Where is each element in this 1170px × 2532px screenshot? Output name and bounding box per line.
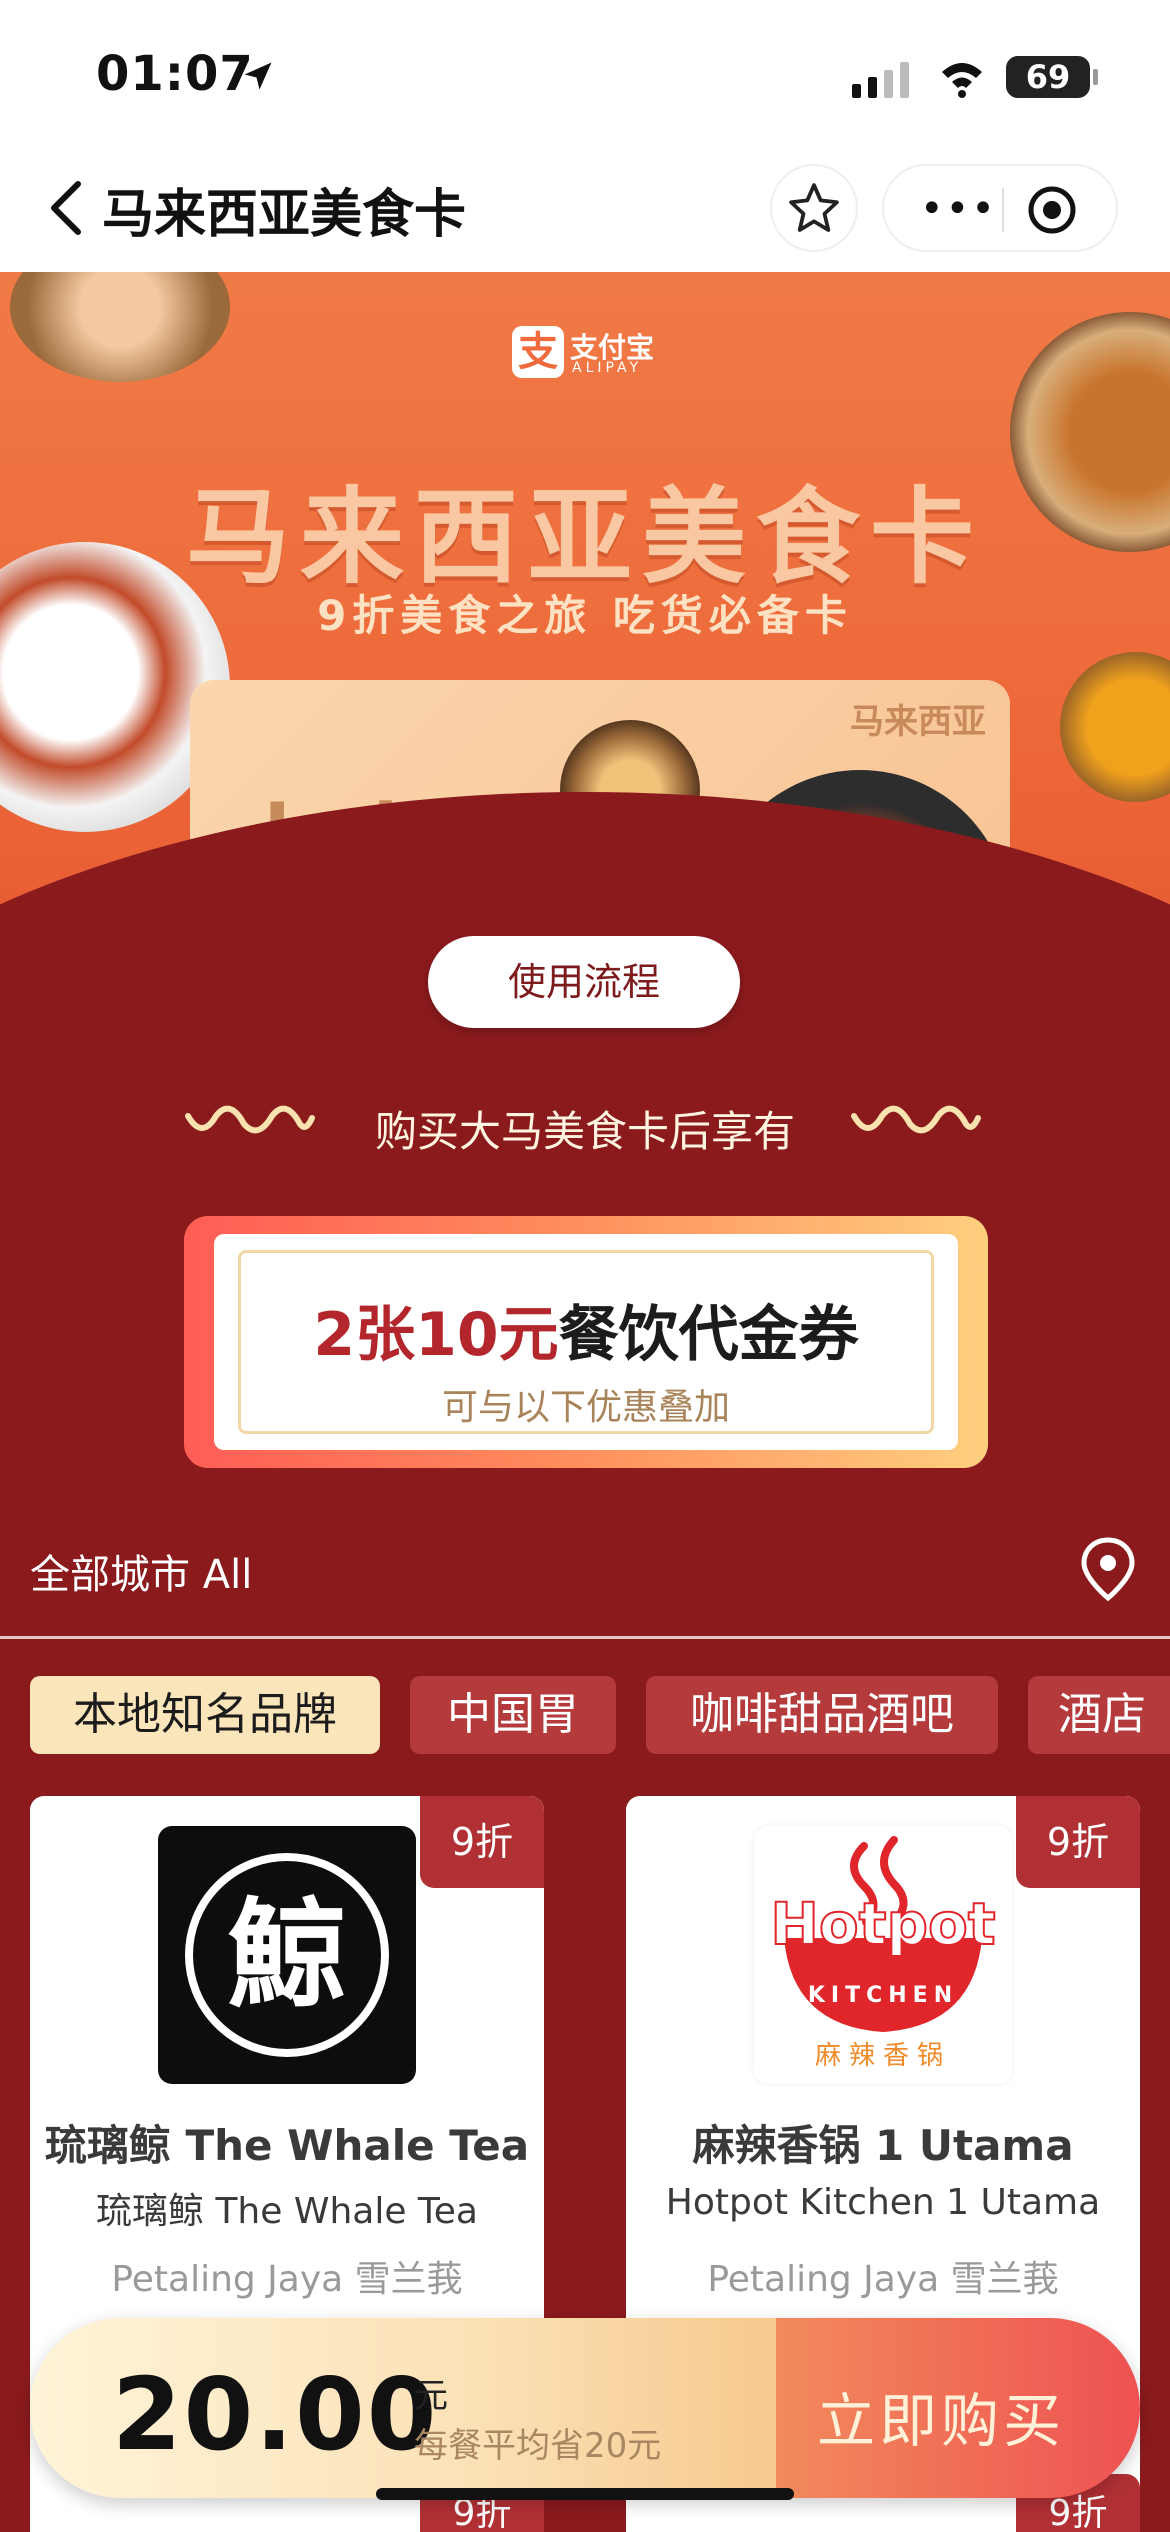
coupon-card: 2张10元餐饮代金券 可与以下优惠叠加 [184, 1216, 988, 1468]
promo-card-tag: 马来西亚 [850, 702, 986, 742]
home-indicator[interactable] [376, 2488, 794, 2500]
usage-flow-button[interactable]: 使用流程 [428, 936, 740, 1028]
close-target-icon[interactable] [1026, 184, 1078, 236]
merchant-location: Petaling Jaya 雪兰莪 [707, 2259, 1059, 2300]
city-selector[interactable]: 全部城市 All [30, 1542, 252, 1600]
whale-tea-logo: 鯨 [158, 1826, 416, 2084]
merchant-location: Petaling Jaya 雪兰莪 [111, 2259, 463, 2300]
savings-note: 每餐平均省20元 [414, 2426, 662, 2466]
tab-chinese-food[interactable]: 中国胃 [410, 1676, 616, 1754]
coupon-highlight: 2张10元 [313, 1300, 559, 1370]
tab-local-brands[interactable]: 本地知名品牌 [30, 1676, 380, 1754]
status-bar: 01:07 69 [0, 0, 1170, 150]
coupon-subtitle: 可与以下优惠叠加 [441, 1387, 730, 1428]
hotpot-kitchen-logo: Hotpot KITCHEN 麻辣香锅 [754, 1826, 1012, 2084]
discount-badge: 9折 [420, 1796, 544, 1888]
back-chevron-icon[interactable] [46, 178, 86, 238]
alipay-name-en: ALIPAY [572, 360, 643, 376]
star-icon [789, 183, 839, 232]
merchant-name: 麻辣香锅 1 Utama [692, 2121, 1074, 2170]
coupon-title: 2张10元餐饮代金券 [214, 1286, 958, 1373]
dish-image-spice [1060, 652, 1170, 802]
buy-now-button[interactable]: 立即购买 [776, 2318, 1140, 2498]
price-section: 20.00 元 每餐平均省20元 [30, 2318, 776, 2498]
location-pin-icon[interactable] [1078, 1536, 1138, 1602]
wave-decoration-icon [185, 1105, 315, 1134]
page: 01:07 69 马来西亚美食卡 ••• 支 支付宝 ALIPAY 马来西亚美食… [0, 0, 1170, 2532]
tab-cafe-dessert-bar[interactable]: 咖啡甜品酒吧 [646, 1676, 998, 1754]
price-value: 20.00 [112, 2356, 439, 2473]
coupon-body: 2张10元餐饮代金券 可与以下优惠叠加 [214, 1234, 958, 1450]
benefit-heading: 购买大马美食卡后享有 [0, 1090, 1170, 1160]
whale-tea-logo-char: 鯨 [228, 1885, 346, 2024]
hotpot-logo-kitchen: KITCHEN [808, 1983, 958, 2008]
coupon-main: 餐饮代金券 [558, 1300, 859, 1370]
dish-image-dumplings [10, 272, 230, 382]
merchant-name: 琉璃鲸 The Whale Tea [44, 2121, 530, 2170]
banner-subtitle: 9折美食之旅 吃货必备卡 [317, 591, 853, 640]
discount-badge: 9折 [1016, 1796, 1140, 1888]
battery-indicator: 69 [1006, 56, 1098, 98]
purchase-bar: 20.00 元 每餐平均省20元 立即购买 [30, 2318, 1140, 2498]
divider [0, 1636, 1170, 1639]
page-title: 马来西亚美食卡 [102, 185, 467, 245]
status-time: 01:07 [96, 46, 254, 102]
alipay-icon: 支 [512, 326, 564, 378]
buy-now-label: 立即购买 [816, 2387, 1065, 2455]
benefit-heading-text: 购买大马美食卡后享有 [374, 1107, 795, 1156]
location-arrow-icon [244, 62, 272, 90]
wave-decoration-icon [851, 1105, 981, 1134]
mini-program-capsule: ••• [882, 164, 1118, 252]
hero-banner: 支 支付宝 ALIPAY 马来西亚美食卡 9折美食之旅 吃货必备卡 马来西亚 九… [0, 272, 1170, 992]
merchant-subname: 琉璃鲸 The Whale Tea [96, 2191, 478, 2232]
cellular-signal-icon [852, 62, 909, 98]
more-icon[interactable]: ••• [920, 186, 997, 232]
price-unit: 元 [414, 2376, 448, 2416]
favorite-button[interactable] [770, 164, 858, 252]
hotpot-logo-cn: 麻辣香锅 [815, 2041, 951, 2071]
hotpot-kitchen-logo-mark: Hotpot KITCHEN 麻辣香锅 [769, 1836, 997, 2071]
merchant-subname: Hotpot Kitchen 1 Utama [665, 2182, 1101, 2223]
tab-hotel[interactable]: 酒店 [1028, 1676, 1170, 1754]
wifi-icon [942, 63, 982, 98]
banner-title: 马来西亚美食卡 [185, 476, 984, 598]
hotpot-logo-text: Hotpot [770, 1890, 995, 1958]
capsule-divider [1002, 188, 1004, 232]
alipay-logo: 支 支付宝 ALIPAY [512, 322, 660, 382]
whale-tea-logo-mark: 鯨 [185, 1853, 389, 2057]
